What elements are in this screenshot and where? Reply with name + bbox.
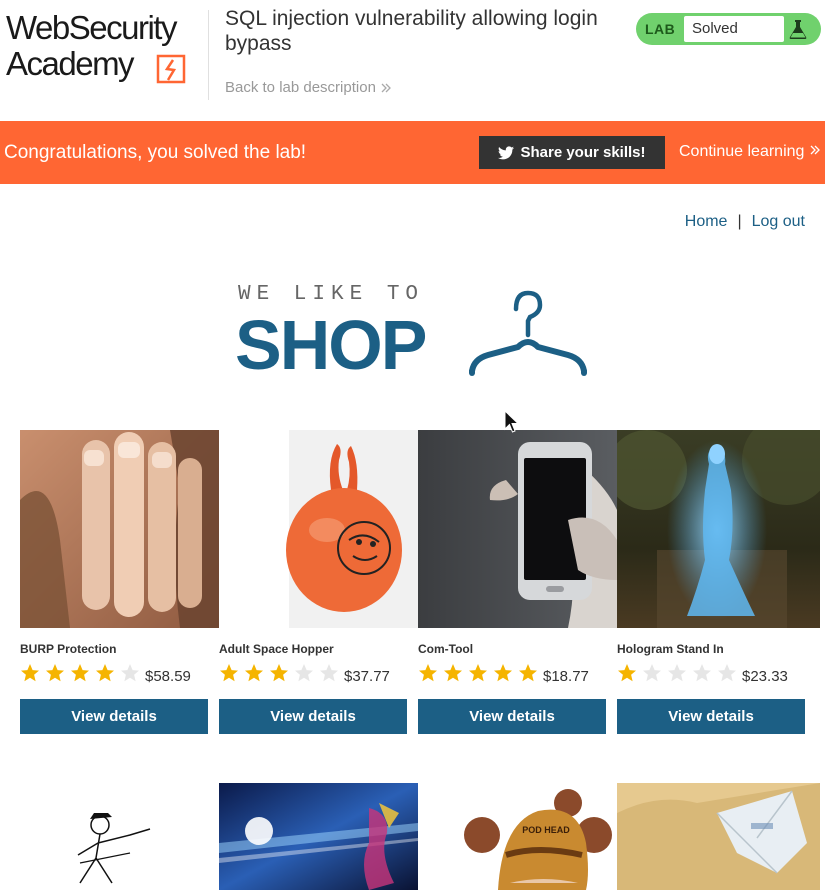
- product-image-burp-protection[interactable]: [20, 430, 219, 628]
- header-divider: [208, 10, 209, 100]
- product-image-speed-runner[interactable]: [219, 783, 418, 890]
- star-filled-icon: [71, 664, 89, 682]
- share-skills-label: Share your skills!: [520, 144, 646, 161]
- star-filled-icon: [270, 664, 288, 682]
- star-rating: [617, 663, 742, 683]
- nav-separator: |: [737, 213, 742, 230]
- product-price: $18.77: [543, 668, 589, 685]
- double-chevron-right-icon: [810, 145, 820, 155]
- hologram-woman-photo: [617, 430, 820, 628]
- mouse-cursor-icon: [504, 410, 520, 433]
- star-rating: [219, 663, 344, 683]
- product-card: Hologram Stand In $23.33 View details: [617, 430, 820, 734]
- star-rating: [418, 663, 543, 683]
- star-empty-icon: [121, 664, 139, 682]
- product-card: Com-Tool $18.77 View details: [418, 430, 617, 734]
- hand-over-beard-photo: [20, 430, 219, 628]
- share-skills-button[interactable]: Share your skills!: [479, 136, 665, 169]
- view-details-button[interactable]: View details: [20, 699, 208, 734]
- pod-head-hat-photo: POD HEAD: [418, 783, 617, 890]
- product-name: Adult Space Hopper: [219, 642, 334, 656]
- product-card: Adult Space Hopper $37.77 View details: [219, 430, 418, 734]
- lab-status-widget: LAB Solved: [636, 13, 821, 45]
- product-card: BURP Protection $58.59 View details: [20, 430, 219, 734]
- star-filled-icon: [419, 664, 437, 682]
- account-nav: Home | Log out: [685, 213, 805, 231]
- star-filled-icon: [494, 664, 512, 682]
- star-filled-icon: [46, 664, 64, 682]
- product-image-pod-head[interactable]: POD HEAD: [418, 783, 617, 890]
- view-details-button[interactable]: View details: [617, 699, 805, 734]
- twitter-icon: [498, 145, 515, 159]
- product-image-hologram-stand-in[interactable]: [617, 430, 820, 628]
- clothes-hanger-icon: [469, 290, 587, 376]
- sketch-figure-photo: [20, 783, 219, 890]
- smartphone-in-hand-photo: [418, 430, 617, 628]
- star-filled-icon: [618, 664, 636, 682]
- star-filled-icon: [220, 664, 238, 682]
- hat-text: POD HEAD: [522, 825, 570, 835]
- view-details-button[interactable]: View details: [219, 699, 407, 734]
- space-hopper-photo: [219, 430, 418, 628]
- back-link-label: Back to lab description: [225, 79, 376, 96]
- congratulations-message: Congratulations, you solved the lab!: [4, 142, 307, 163]
- star-empty-icon: [643, 664, 661, 682]
- product-image-paper-boat[interactable]: [617, 783, 820, 890]
- product-name: BURP Protection: [20, 642, 117, 656]
- site-header: WebSecurity Academy SQL injection vulner…: [0, 0, 825, 120]
- paper-boat-photo: [617, 783, 820, 890]
- product-image-sketch[interactable]: [20, 783, 219, 890]
- star-empty-icon: [320, 664, 338, 682]
- lab-title: SQL injection vulnerability allowing log…: [225, 7, 598, 55]
- product-image-com-tool[interactable]: [418, 430, 617, 628]
- continue-learning-label: Continue learning: [679, 143, 805, 160]
- log-out-link[interactable]: Log out: [752, 213, 805, 231]
- hero-title: SHOP: [235, 306, 427, 384]
- star-empty-icon: [668, 664, 686, 682]
- shop-hero: WE LIKE TO SHOP: [235, 283, 595, 384]
- star-rating: [20, 663, 145, 683]
- star-filled-icon: [519, 664, 537, 682]
- product-name: Com-Tool: [418, 642, 474, 656]
- lab-status-text: Solved: [684, 16, 784, 42]
- home-link[interactable]: Home: [685, 213, 728, 231]
- continue-learning-link[interactable]: Continue learning: [679, 143, 821, 161]
- logo-mark-icon: [156, 54, 186, 84]
- solved-banner: Congratulations, you solved the lab! Sha…: [0, 121, 825, 184]
- star-filled-icon: [245, 664, 263, 682]
- back-to-lab-description-link[interactable]: Back to lab description: [225, 79, 392, 96]
- product-price: $37.77: [344, 668, 390, 685]
- flask-icon: [789, 20, 807, 39]
- star-filled-icon: [21, 664, 39, 682]
- star-empty-icon: [693, 664, 711, 682]
- lab-tag: LAB: [645, 21, 676, 37]
- product-price: $58.59: [145, 668, 191, 685]
- neon-runner-photo: [219, 783, 418, 890]
- star-filled-icon: [444, 664, 462, 682]
- product-name: Hologram Stand In: [617, 642, 724, 656]
- star-filled-icon: [96, 664, 114, 682]
- view-details-button[interactable]: View details: [418, 699, 606, 734]
- product-price: $23.33: [742, 668, 788, 685]
- logo-line-1: WebSecurity: [6, 9, 177, 46]
- double-chevron-right-icon: [381, 83, 391, 92]
- star-empty-icon: [718, 664, 736, 682]
- star-empty-icon: [295, 664, 313, 682]
- product-image-adult-space-hopper[interactable]: [219, 430, 418, 628]
- web-security-academy-logo[interactable]: WebSecurity Academy: [6, 10, 206, 90]
- star-filled-icon: [469, 664, 487, 682]
- hero-tagline: WE LIKE TO: [238, 283, 425, 306]
